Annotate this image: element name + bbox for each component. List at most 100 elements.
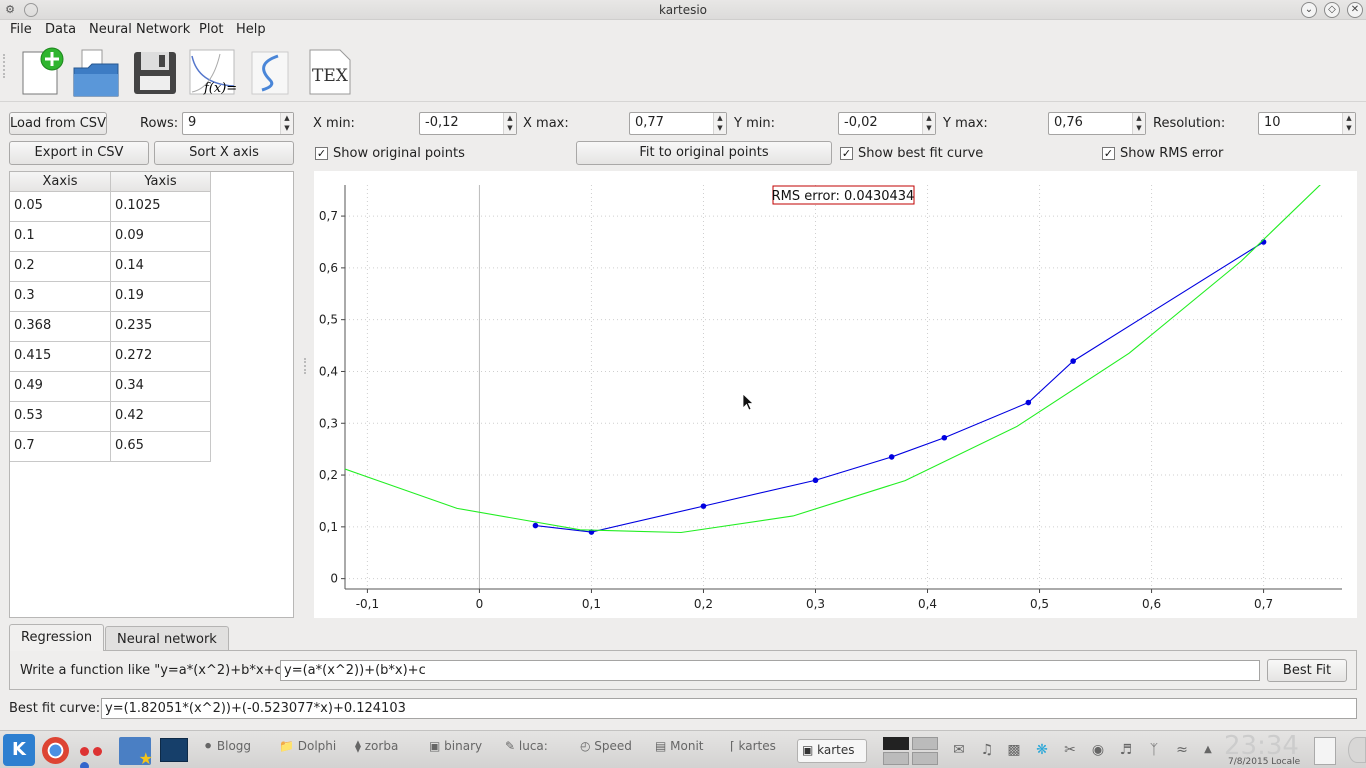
task-5[interactable]: ✎ luca: xyxy=(505,739,548,763)
task-5-icon: ✎ xyxy=(505,739,519,753)
task-3-icon: ⧫ xyxy=(355,739,365,753)
sort-x-axis-button[interactable]: Sort X axis xyxy=(154,141,294,165)
mail-icon[interactable]: ✉ xyxy=(950,741,968,759)
task-6[interactable]: ◴ Speed xyxy=(580,739,632,763)
open-folder-icon[interactable] xyxy=(72,46,122,98)
task-8[interactable]: ⌈ kartes xyxy=(730,739,776,763)
ymin-spinbox[interactable]: -0,02 ▲ ▼ xyxy=(838,112,936,135)
tab-regression[interactable]: Regression xyxy=(9,624,105,651)
tab-neural-network[interactable]: Neural network xyxy=(105,626,229,650)
desktop-pager-1[interactable] xyxy=(883,737,909,750)
curve-icon[interactable] xyxy=(248,46,298,98)
table-cell-xaxis[interactable]: 0.53 xyxy=(10,402,111,432)
desktop-pager-3[interactable] xyxy=(883,752,909,765)
column-header-yaxis[interactable]: Yaxis xyxy=(111,172,211,192)
table-cell-xaxis[interactable]: 0.2 xyxy=(10,252,111,282)
new-document-icon[interactable] xyxy=(18,46,68,98)
data-table[interactable]: Xaxis Yaxis 0.05 0.1025 0.1 0.09 0.2 0.14 0.3 0… xyxy=(9,171,294,618)
clipboard-icon[interactable]: ▩ xyxy=(1005,741,1023,759)
task-1[interactable]: ⚫ Blogg xyxy=(203,739,251,763)
splitter-handle[interactable] xyxy=(304,358,307,374)
chromium-icon[interactable] xyxy=(42,737,69,764)
table-cell-yaxis[interactable]: 0.1025 xyxy=(111,192,211,222)
xmin-spinbox[interactable]: -0,12 ▲ ▼ xyxy=(419,112,517,135)
task-9-active[interactable]: ▣ kartes xyxy=(797,739,867,763)
ymax-spin-arrows[interactable]: ▲ ▼ xyxy=(1132,113,1145,134)
menu-neural-network[interactable]: Neural Network xyxy=(89,22,190,37)
xmax-spinbox[interactable]: 0,77 ▲ ▼ xyxy=(629,112,727,135)
best-fit-curve-field[interactable]: y=(1.82051*(x^2))+(-0.523077*x)+0.124103 xyxy=(101,698,1357,719)
show-rms-checkbox[interactable]: ✓ xyxy=(1102,147,1115,160)
xmax-spin-arrows[interactable]: ▲ ▼ xyxy=(713,113,726,134)
ymin-spin-arrows[interactable]: ▲ ▼ xyxy=(922,113,935,134)
folder-star-icon[interactable]: ★ xyxy=(119,737,153,768)
menu-file[interactable]: File xyxy=(10,22,32,37)
table-cell-yaxis[interactable]: 0.65 xyxy=(111,432,211,462)
table-cell-yaxis[interactable]: 0.34 xyxy=(111,372,211,402)
table-cell-xaxis[interactable]: 0.05 xyxy=(10,192,111,222)
data-point xyxy=(700,503,707,509)
table-cell-xaxis[interactable]: 0.7 xyxy=(10,432,111,462)
table-cell-yaxis[interactable]: 0.42 xyxy=(111,402,211,432)
plot-area[interactable]: -0,1 0 0,1 0,2 0,3 0,4 0,5 0,6 0,7 0 0,1 0,2 0,3 0,4 0… xyxy=(314,171,1357,618)
task-7[interactable]: ▤ Monit xyxy=(655,739,704,763)
toolbar-grip[interactable] xyxy=(3,54,7,78)
maximize-icon[interactable]: ◇ xyxy=(1324,2,1340,18)
rows-spin-arrows[interactable]: ▲ ▼ xyxy=(280,113,293,134)
show-best-fit-checkbox[interactable]: ✓ xyxy=(840,147,853,160)
save-icon[interactable] xyxy=(131,46,181,98)
table-cell-yaxis[interactable]: 0.09 xyxy=(111,222,211,252)
x-tick-label: 0,3 xyxy=(806,597,825,611)
function-input[interactable]: y=(a*(x^2))+(b*x)+c xyxy=(280,660,1260,681)
network-icon[interactable]: ◉ xyxy=(1089,741,1107,759)
menu-help[interactable]: Help xyxy=(236,22,266,37)
table-cell-xaxis[interactable]: 0.3 xyxy=(10,282,111,312)
table-cell-yaxis[interactable]: 0.272 xyxy=(111,342,211,372)
xmin-spin-arrows[interactable]: ▲ ▼ xyxy=(503,113,516,134)
rms-error-box: RMS error: 0.0430434 xyxy=(772,185,915,205)
bluetooth-icon[interactable]: ᛉ xyxy=(1145,741,1163,759)
table-cell-xaxis[interactable]: 0.49 xyxy=(10,372,111,402)
desktop-pager-4[interactable] xyxy=(912,752,938,765)
scissors-icon[interactable]: ✂ xyxy=(1061,741,1079,759)
volume-icon[interactable]: ♬ xyxy=(1117,741,1135,759)
tray-expand-icon[interactable]: ▲ xyxy=(1199,741,1217,759)
minimize-icon[interactable]: ⌄ xyxy=(1301,2,1317,18)
notification-bell-icon[interactable]: ♫ xyxy=(978,741,996,759)
resolution-spin-arrows[interactable]: ▲ ▼ xyxy=(1342,113,1355,134)
weather-icon[interactable]: ❋ xyxy=(1033,741,1051,759)
y-tick-label: 0,2 xyxy=(319,468,338,482)
task-2[interactable]: 📁 Dolphi xyxy=(279,739,336,763)
column-header-xaxis[interactable]: Xaxis xyxy=(10,172,111,192)
table-cell-yaxis[interactable]: 0.19 xyxy=(111,282,211,312)
table-cell-xaxis[interactable]: 0.368 xyxy=(10,312,111,342)
table-cell-yaxis[interactable]: 0.14 xyxy=(111,252,211,282)
desktop-pager-2[interactable] xyxy=(912,737,938,750)
function-fx-icon[interactable]: f(x)= xyxy=(188,46,238,98)
task-3[interactable]: ⧫ zorba xyxy=(355,739,398,763)
plasma-toolbox-icon[interactable] xyxy=(1348,737,1366,763)
clock-date: 7/8/2015 Locale xyxy=(1228,757,1301,767)
show-original-checkbox[interactable]: ✓ xyxy=(315,147,328,160)
table-cell-yaxis[interactable]: 0.235 xyxy=(111,312,211,342)
trash-icon[interactable] xyxy=(1314,737,1336,765)
task-4[interactable]: ▣ binary xyxy=(429,739,482,763)
close-icon[interactable]: ✕ xyxy=(1347,2,1363,18)
original-points-line xyxy=(535,241,1264,533)
menu-plot[interactable]: Plot xyxy=(199,22,224,37)
table-cell-xaxis[interactable]: 0.415 xyxy=(10,342,111,372)
rows-spinbox[interactable]: 9 ▲ ▼ xyxy=(182,112,294,135)
table-cell-xaxis[interactable]: 0.1 xyxy=(10,222,111,252)
resolution-spinbox[interactable]: 10 ▲ ▼ xyxy=(1258,112,1356,135)
load-csv-button[interactable]: Load from CSV xyxy=(9,112,107,135)
wifi-icon[interactable]: ≈ xyxy=(1173,741,1191,759)
kde-menu-icon[interactable]: K xyxy=(3,734,35,766)
ymax-spinbox[interactable]: 0,76 ▲ ▼ xyxy=(1048,112,1146,135)
terminal-icon[interactable] xyxy=(160,738,188,762)
menu-data[interactable]: Data xyxy=(45,22,76,37)
best-fit-button[interactable]: Best Fit xyxy=(1267,659,1347,682)
fit-original-button[interactable]: Fit to original points xyxy=(576,141,832,165)
export-csv-button[interactable]: Export in CSV xyxy=(9,141,149,165)
apps-dots-icon[interactable] xyxy=(80,745,114,768)
tex-icon[interactable]: TEX xyxy=(306,46,356,98)
